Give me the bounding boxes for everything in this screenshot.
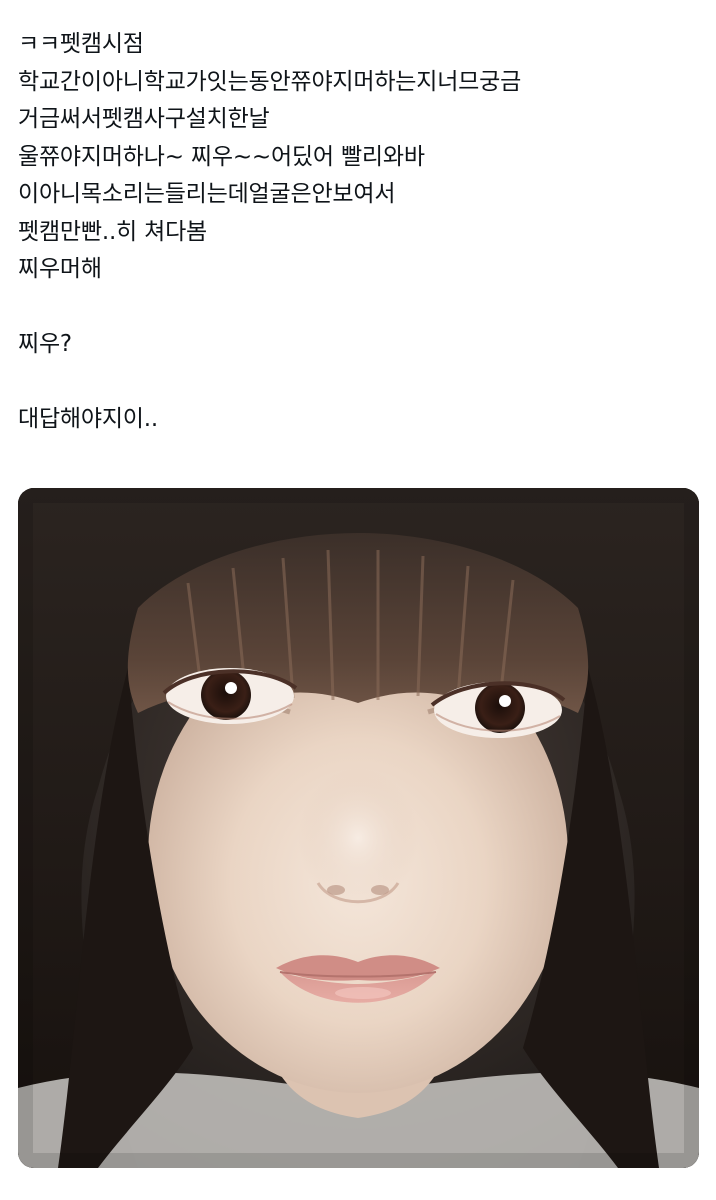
post-line: 학교간이아니학교가잇는동안쮸야지머하는지너므궁금 [18, 68, 522, 95]
post-line: 울쮸야지머하나~ 찌우~~어딨어 빨리와바 [18, 143, 425, 170]
post-line: 이아니목소리는들리는데얼굴은안보여서 [18, 181, 396, 207]
post-line-blank [18, 364, 698, 402]
post-line: 거금써서펫캠사구설치한날 [18, 106, 270, 132]
post-line-blank [18, 289, 698, 327]
post-line: 찌우머해 [18, 256, 102, 282]
post-line: 펫캠만빤..히 쳐다봄 [18, 218, 208, 245]
post-text: ㅋㅋ펫캠시점 학교간이아니학교가잇는동안쮸야지머하는지너므궁금 거금써서펫캠사구… [18, 26, 698, 439]
post-line: 찌우? [18, 331, 72, 357]
post-line: ㅋㅋ펫캠시점 [18, 31, 144, 57]
post-photo[interactable] [18, 488, 699, 1168]
face-photo-illustration [18, 488, 699, 1168]
post-line: 대답해야지이.. [18, 406, 158, 432]
